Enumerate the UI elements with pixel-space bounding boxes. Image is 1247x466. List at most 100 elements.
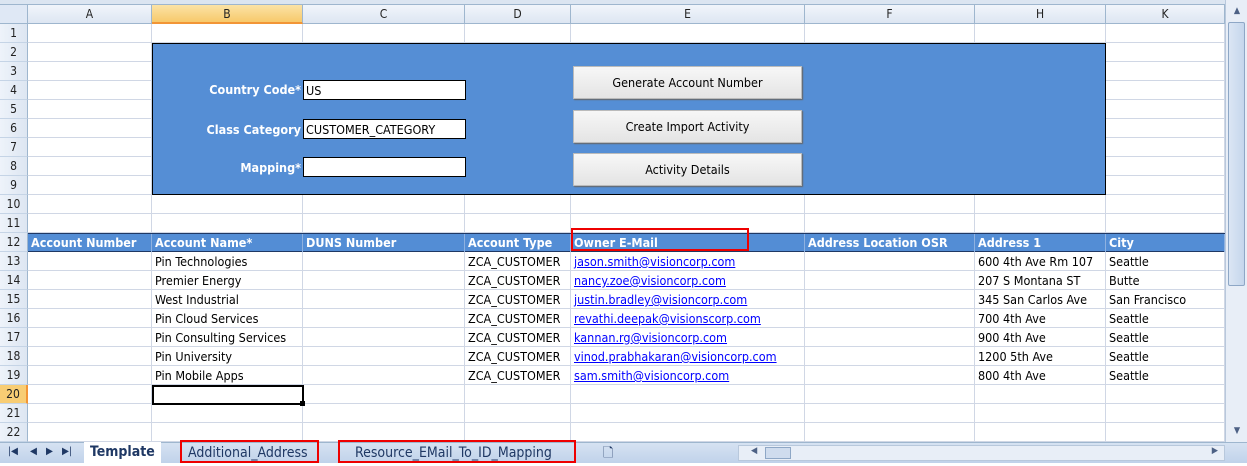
table-cell[interactable]: ZCA_CUSTOMER (465, 309, 571, 328)
column-header-k[interactable]: K (1106, 5, 1225, 24)
table-cell[interactable]: Pin Technologies (152, 252, 303, 271)
tab-template[interactable]: Template (84, 442, 161, 463)
mapping-input[interactable] (303, 157, 466, 177)
column-title[interactable]: Account Type (465, 234, 571, 252)
column-title[interactable]: Account Number (28, 234, 152, 252)
column-header-e[interactable]: E (571, 5, 805, 24)
table-cell[interactable]: Pin Mobile Apps (152, 366, 303, 385)
table-cell[interactable]: ZCA_CUSTOMER (465, 252, 571, 271)
table-cell[interactable]: ZCA_CUSTOMER (465, 271, 571, 290)
table-cell[interactable]: Seattle (1106, 328, 1225, 347)
table-cell[interactable] (28, 252, 152, 271)
create-import-activity-button[interactable]: Create Import Activity (573, 110, 802, 143)
last-sheet-icon[interactable]: ▶| (62, 446, 72, 457)
table-cell[interactable]: West Industrial (152, 290, 303, 309)
table-cell[interactable]: 900 4th Ave (975, 328, 1106, 347)
table-cell[interactable]: 600 4th Ave Rm 107 (975, 252, 1106, 271)
table-cell[interactable] (303, 309, 465, 328)
table-cell[interactable]: 207 S Montana ST (975, 271, 1106, 290)
table-cell[interactable]: ZCA_CUSTOMER (465, 347, 571, 366)
row-header-16[interactable]: 16 (0, 309, 28, 328)
row-header-2[interactable]: 2 (0, 43, 28, 62)
email-link[interactable]: kannan.rg@visioncorp.com (571, 328, 805, 347)
table-cell[interactable] (805, 290, 975, 309)
row-header-5[interactable]: 5 (0, 100, 28, 119)
generate-account-number-button[interactable]: Generate Account Number (573, 66, 802, 99)
row-header-4[interactable]: 4 (0, 81, 28, 100)
row-header-8[interactable]: 8 (0, 157, 28, 176)
row-header-18[interactable]: 18 (0, 347, 28, 366)
row-header-14[interactable]: 14 (0, 271, 28, 290)
email-link[interactable]: sam.smith@visioncorp.com (571, 366, 805, 385)
table-cell[interactable]: ZCA_CUSTOMER (465, 290, 571, 309)
table-cell[interactable] (28, 309, 152, 328)
fill-handle[interactable] (300, 401, 305, 406)
table-cell[interactable] (28, 328, 152, 347)
table-cell[interactable]: Pin University (152, 347, 303, 366)
table-cell[interactable]: 800 4th Ave (975, 366, 1106, 385)
row-header-9[interactable]: 9 (0, 176, 28, 195)
table-cell[interactable] (303, 347, 465, 366)
scroll-right-icon[interactable]: ▶ (1212, 446, 1218, 456)
table-cell[interactable]: Seattle (1106, 252, 1225, 271)
activity-details-button[interactable]: Activity Details (573, 153, 802, 186)
column-header-a[interactable]: A (28, 5, 152, 24)
horizontal-scroll-thumb[interactable] (765, 447, 791, 459)
row-header-7[interactable]: 7 (0, 138, 28, 157)
table-cell[interactable] (28, 290, 152, 309)
table-cell[interactable] (805, 309, 975, 328)
table-cell[interactable]: Pin Cloud Services (152, 309, 303, 328)
email-link[interactable]: justin.bradley@visioncorp.com (571, 290, 805, 309)
table-cell[interactable] (303, 290, 465, 309)
active-cell-b20[interactable] (152, 385, 304, 405)
table-cell[interactable] (805, 328, 975, 347)
table-cell[interactable] (303, 366, 465, 385)
table-cell[interactable]: Seattle (1106, 309, 1225, 328)
email-link[interactable]: vinod.prabhakaran@visioncorp.com (571, 347, 805, 366)
table-cell[interactable] (805, 271, 975, 290)
class-category-input[interactable] (303, 119, 466, 139)
vertical-scrollbar[interactable]: ▲ ▼ (1225, 0, 1247, 442)
table-cell[interactable]: ZCA_CUSTOMER (465, 328, 571, 347)
row-header-6[interactable]: 6 (0, 119, 28, 138)
table-cell[interactable]: Seattle (1106, 366, 1225, 385)
column-header-b[interactable]: B (152, 5, 303, 24)
table-cell[interactable] (805, 366, 975, 385)
next-sheet-icon[interactable]: ▶ (46, 446, 53, 457)
row-header-13[interactable]: 13 (0, 252, 28, 271)
table-cell[interactable] (28, 366, 152, 385)
column-header-d[interactable]: D (465, 5, 571, 24)
table-cell[interactable]: San Francisco (1106, 290, 1225, 309)
table-cell[interactable]: 345 San Carlos Ave (975, 290, 1106, 309)
table-cell[interactable] (303, 271, 465, 290)
row-header-20[interactable]: 20 (0, 385, 28, 404)
prev-sheet-icon[interactable]: ◀ (30, 446, 37, 457)
horizontal-scrollbar[interactable]: ◀ ▶ (738, 445, 1225, 461)
table-cell[interactable]: Premier Energy (152, 271, 303, 290)
column-header-f[interactable]: F (805, 5, 975, 24)
select-all-corner[interactable] (0, 5, 28, 24)
table-cell[interactable] (28, 271, 152, 290)
table-cell[interactable] (303, 252, 465, 271)
column-title[interactable]: DUNS Number (303, 234, 465, 252)
table-cell[interactable]: Butte (1106, 271, 1225, 290)
row-header-11[interactable]: 11 (0, 214, 28, 233)
table-cell[interactable] (28, 347, 152, 366)
scroll-left-icon[interactable]: ◀ (751, 446, 757, 456)
email-link[interactable]: revathi.deepak@visionscorp.com (571, 309, 805, 328)
row-header-19[interactable]: 19 (0, 366, 28, 385)
row-header-17[interactable]: 17 (0, 328, 28, 347)
table-cell[interactable] (805, 347, 975, 366)
table-cell[interactable] (303, 328, 465, 347)
row-header-15[interactable]: 15 (0, 290, 28, 309)
table-cell[interactable]: Pin Consulting Services (152, 328, 303, 347)
table-cell[interactable]: 700 4th Ave (975, 309, 1106, 328)
vertical-scroll-thumb[interactable] (1228, 22, 1245, 286)
row-header-12[interactable]: 12 (0, 233, 28, 252)
table-cell[interactable]: 1200 5th Ave (975, 347, 1106, 366)
email-link[interactable]: nancy.zoe@visioncorp.com (571, 271, 805, 290)
row-header-21[interactable]: 21 (0, 404, 28, 423)
country-code-input[interactable] (303, 80, 466, 100)
table-cell[interactable] (805, 252, 975, 271)
row-header-10[interactable]: 10 (0, 195, 28, 214)
